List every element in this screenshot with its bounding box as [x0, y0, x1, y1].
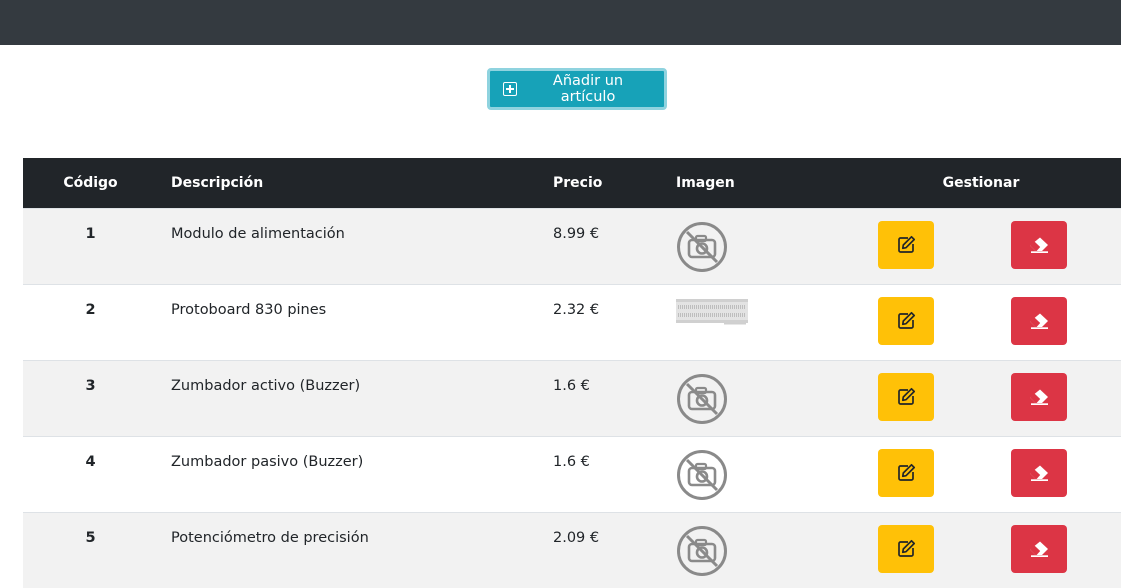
edit-button[interactable] — [878, 372, 934, 421]
delete-button[interactable] — [1011, 524, 1067, 573]
row-description: Modulo de alimentación — [171, 225, 345, 242]
delete-button[interactable] — [1011, 296, 1067, 345]
table-row: 2 Protoboard 830 pines 2.32 € — [23, 284, 1121, 360]
row-edit-cell — [841, 436, 1011, 512]
row-image — [676, 512, 841, 588]
row-price: 8.99 € — [553, 225, 600, 242]
edit-icon — [898, 311, 916, 329]
eraser-icon — [1030, 313, 1048, 329]
row-price: 2.09 € — [553, 529, 600, 546]
row-price: 1.6 € — [553, 377, 590, 394]
row-delete-cell — [1011, 284, 1121, 360]
header-image: Imagen — [676, 174, 735, 191]
row-image — [676, 208, 841, 284]
eraser-icon — [1030, 541, 1048, 557]
edit-icon — [898, 539, 916, 557]
add-article-container: Añadir un artículo — [487, 68, 667, 110]
row-edit-cell — [841, 360, 1011, 436]
header-description: Descripción — [171, 174, 264, 191]
row-code: 2 — [85, 301, 96, 318]
row-delete-cell — [1011, 512, 1121, 588]
header-price: Precio — [553, 174, 603, 191]
header-code: Código — [63, 174, 118, 191]
delete-button[interactable] — [1011, 372, 1067, 421]
edit-button[interactable] — [878, 448, 934, 497]
table-header-row: Código Descripción Precio Imagen Gestion… — [23, 158, 1121, 208]
table-row: 1 Modulo de alimentación 8.99 € — [23, 208, 1121, 284]
edit-button[interactable] — [878, 296, 934, 345]
row-edit-cell — [841, 208, 1011, 284]
edit-icon — [898, 463, 916, 481]
delete-button[interactable] — [1011, 220, 1067, 269]
row-image — [676, 360, 841, 436]
row-price: 2.32 € — [553, 301, 600, 318]
row-description: Zumbador activo (Buzzer) — [171, 377, 361, 394]
eraser-icon — [1030, 389, 1048, 405]
table-row: 3 Zumbador activo (Buzzer) 1.6 € — [23, 360, 1121, 436]
articles-table: Código Descripción Precio Imagen Gestion… — [23, 158, 1121, 588]
eraser-icon — [1030, 237, 1048, 253]
edit-icon — [898, 387, 916, 405]
row-code: 5 — [85, 529, 96, 546]
no-image-icon — [677, 449, 727, 500]
row-description: Protoboard 830 pines — [171, 301, 327, 318]
row-image — [676, 436, 841, 512]
row-delete-cell — [1011, 436, 1121, 512]
row-description: Zumbador pasivo (Buzzer) — [171, 453, 364, 470]
row-code: 3 — [85, 377, 96, 394]
row-code: 4 — [85, 453, 96, 470]
edit-icon — [898, 235, 916, 253]
table-row: 5 Potenciómetro de precisión 2.09 € — [23, 512, 1121, 588]
row-edit-cell — [841, 512, 1011, 588]
delete-button[interactable] — [1011, 448, 1067, 497]
row-description: Potenciómetro de precisión — [171, 529, 369, 546]
edit-button[interactable] — [878, 524, 934, 573]
row-code: 1 — [85, 225, 96, 242]
eraser-icon — [1030, 465, 1048, 481]
table-row: 4 Zumbador pasivo (Buzzer) 1.6 € — [23, 436, 1121, 512]
add-article-label: Añadir un artículo — [552, 73, 624, 105]
add-article-button[interactable]: Añadir un artículo — [487, 68, 667, 110]
row-delete-cell — [1011, 360, 1121, 436]
edit-button[interactable] — [878, 220, 934, 269]
row-edit-cell — [841, 284, 1011, 360]
no-image-icon — [677, 525, 727, 576]
top-navbar — [0, 0, 1121, 45]
row-price: 1.6 € — [553, 453, 590, 470]
row-delete-cell — [1011, 208, 1121, 284]
row-image — [676, 284, 841, 360]
plus-square-icon — [503, 82, 517, 96]
no-image-icon — [677, 221, 727, 272]
breadboard-thumbnail — [676, 298, 748, 324]
no-image-icon — [677, 373, 727, 424]
header-manage: Gestionar — [942, 174, 1020, 191]
